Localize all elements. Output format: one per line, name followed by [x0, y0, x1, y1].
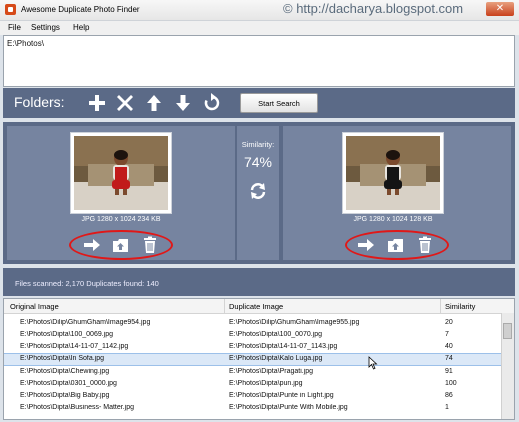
original-panel: JPG 1280 x 1024 234 KB — [7, 126, 235, 260]
menu-settings[interactable]: Settings — [31, 23, 60, 32]
original-cell: E:\Photos\Dipta\14-11-07_1142.jpg — [20, 343, 129, 350]
similarity-cell: 91 — [445, 368, 453, 375]
open-folder-icon[interactable] — [387, 236, 405, 254]
table-header: Original Image Duplicate Image Similarit… — [4, 299, 514, 314]
compare-area: JPG 1280 x 1024 234 KB Similarity: 74% J… — [3, 122, 515, 264]
duplicate-cell: E:\Photos\Dipta\Pragati.jpg — [229, 368, 314, 375]
original-cell: E:\Photos\Dipta\100_0069.jpg — [20, 331, 114, 338]
app-window: Awesome Duplicate Photo Finder © http://… — [0, 0, 519, 422]
similarity-cell: 7 — [445, 331, 449, 338]
duplicate-cell: E:\Photos\Dipta\Punte With Mobile.jpg — [229, 404, 348, 411]
column-divider[interactable] — [440, 299, 441, 313]
reset-icon[interactable] — [202, 93, 222, 113]
table-row[interactable]: E:\Photos\Dipta\100_0069.jpg E:\Photos\D… — [4, 330, 502, 341]
close-button[interactable]: ✕ — [486, 2, 514, 16]
column-original[interactable]: Original Image — [10, 302, 59, 311]
results-table[interactable]: Original Image Duplicate Image Similarit… — [3, 298, 515, 420]
mouse-cursor-icon — [368, 356, 378, 370]
scan-status: Files scanned: 2,170 Duplicates found: 1… — [15, 279, 159, 288]
table-row[interactable]: E:\Photos\Dipta\Business- Matter.jpg E:\… — [4, 403, 502, 414]
start-search-button[interactable]: Start Search — [240, 93, 318, 113]
title-bar: Awesome Duplicate Photo Finder © http://… — [0, 0, 519, 21]
duplicate-photo-frame[interactable] — [342, 132, 444, 214]
scroll-thumb[interactable] — [503, 323, 512, 339]
column-divider[interactable] — [224, 299, 225, 313]
duplicate-cell: E:\Photos\Dilip\GhumGham\Image955.jpg — [229, 319, 360, 326]
similarity-cell: 1 — [445, 404, 449, 411]
move-arrow-icon[interactable] — [357, 236, 375, 254]
table-scrollbar[interactable] — [501, 313, 514, 419]
delete-icon[interactable] — [416, 236, 434, 254]
menu-bar: File Settings Help — [0, 21, 519, 35]
duplicate-cell: E:\Photos\Dipta\Punte in Light.jpg — [229, 392, 334, 399]
move-arrow-icon[interactable] — [83, 236, 101, 254]
duplicate-cell: E:\Photos\Dipta\100_0070.jpg — [229, 331, 323, 338]
duplicate-cell: E:\Photos\Dipta\Kalo Luga.jpg — [229, 355, 323, 362]
similarity-cell: 100 — [445, 380, 457, 387]
folder-toolbar: Folders: Start Search — [3, 88, 515, 118]
table-row[interactable]: E:\Photos\Dilip\GhumGham\Image954.jpg E:… — [4, 318, 502, 329]
similarity-cell: 20 — [445, 319, 453, 326]
original-photo-frame[interactable] — [70, 132, 172, 214]
original-cell: E:\Photos\Dipta\In Sofa.jpg — [20, 355, 105, 362]
watermark-text: © http://dacharya.blogspot.com — [283, 1, 464, 16]
move-up-icon[interactable] — [144, 93, 164, 113]
folder-list[interactable]: E:\Photos\ — [3, 35, 515, 87]
table-row[interactable]: E:\Photos\Dipta\14-11-07_1142.jpg E:\Pho… — [4, 342, 502, 353]
duplicate-panel: JPG 1280 x 1024 128 KB — [283, 126, 511, 260]
duplicate-cell: E:\Photos\Dipta\pun.jpg — [229, 380, 303, 387]
similarity-panel: Similarity: 74% — [237, 126, 279, 260]
original-cell: E:\Photos\Dipta\Chewing.jpg — [20, 368, 110, 375]
menu-help[interactable]: Help — [73, 23, 89, 32]
move-down-icon[interactable] — [173, 93, 193, 113]
similarity-cell: 74 — [445, 355, 453, 362]
similarity-cell: 86 — [445, 392, 453, 399]
column-similarity[interactable]: Similarity — [445, 302, 475, 311]
remove-icon[interactable] — [115, 93, 135, 113]
menu-file[interactable]: File — [8, 23, 21, 32]
window-title: Awesome Duplicate Photo Finder — [21, 5, 140, 14]
folders-label: Folders: — [14, 94, 65, 110]
column-duplicate[interactable]: Duplicate Image — [229, 302, 283, 311]
table-row[interactable]: E:\Photos\Dipta\Big Baby.jpg E:\Photos\D… — [4, 391, 502, 402]
similarity-cell: 40 — [445, 343, 453, 350]
table-row[interactable]: E:\Photos\Dipta\Chewing.jpg E:\Photos\Di… — [4, 367, 502, 378]
duplicate-photo — [346, 136, 440, 210]
original-cell: E:\Photos\Dilip\GhumGham\Image954.jpg — [20, 319, 151, 326]
folder-entry[interactable]: E:\Photos\ — [7, 39, 44, 48]
original-cell: E:\Photos\Dipta\Business- Matter.jpg — [20, 404, 134, 411]
duplicate-cell: E:\Photos\Dipta\14-11-07_1143.jpg — [229, 343, 338, 350]
status-bar: Files scanned: 2,170 Duplicates found: 1… — [3, 268, 515, 296]
add-icon[interactable] — [87, 93, 107, 113]
swap-icon[interactable] — [249, 182, 267, 200]
app-icon — [5, 4, 16, 15]
similarity-label: Similarity: — [241, 140, 275, 149]
original-cell: E:\Photos\Dipta\Big Baby.jpg — [20, 392, 110, 399]
similarity-value: 74% — [243, 154, 273, 170]
original-photo — [74, 136, 168, 210]
table-row-selected[interactable]: E:\Photos\Dipta\In Sofa.jpg E:\Photos\Di… — [4, 353, 502, 366]
original-cell: E:\Photos\Dipta\0301_0000.jpg — [20, 380, 117, 387]
original-caption: JPG 1280 x 1024 234 KB — [81, 216, 161, 223]
table-row[interactable]: E:\Photos\Dipta\0301_0000.jpg E:\Photos\… — [4, 379, 502, 390]
duplicate-caption: JPG 1280 x 1024 128 KB — [353, 216, 433, 223]
open-folder-icon[interactable] — [112, 236, 130, 254]
delete-icon[interactable] — [141, 236, 159, 254]
